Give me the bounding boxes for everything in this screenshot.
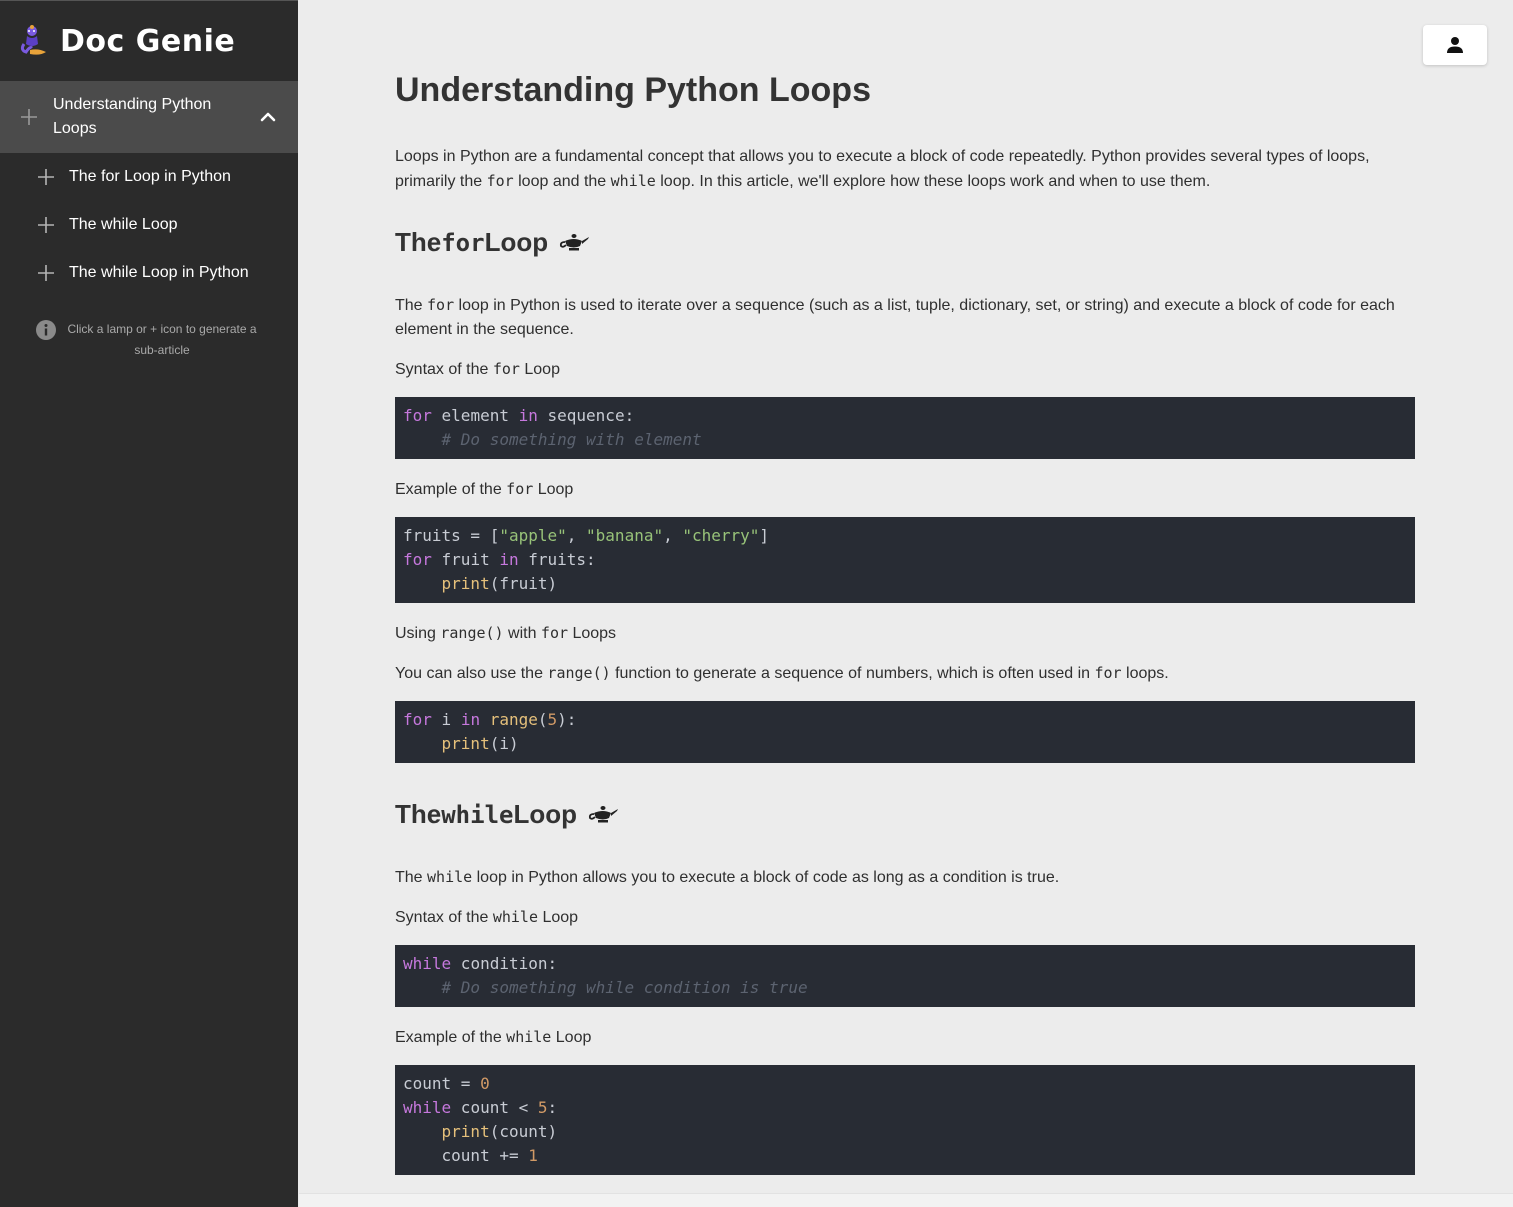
account-button[interactable] — [1423, 25, 1487, 65]
for-loop-heading: The for Loop — [395, 227, 590, 258]
plus-icon[interactable] — [37, 216, 55, 234]
range-label: Using range() with for Loops — [395, 624, 617, 642]
app-name: Doc Genie — [60, 23, 236, 59]
while-syntax-label: Syntax of the while Loop — [395, 908, 579, 926]
main-content: Understanding Python Loops Loops in Pyth… — [299, 1, 1513, 1207]
code-block-while-syntax: while condition: # Do something while co… — [395, 945, 1415, 1007]
code-block-for-example: fruits = ["apple", "banana", "cherry"] f… — [395, 517, 1415, 603]
plus-icon[interactable] — [37, 168, 55, 186]
sidebar-item-while-loop[interactable]: The while Loop — [0, 201, 298, 249]
while-example-label: Example of the while Loop — [395, 1028, 592, 1046]
code-block-range: for i in range(5): print(i) — [395, 701, 1415, 763]
plus-icon[interactable] — [20, 108, 38, 126]
while-loop-heading: The while Loop — [395, 799, 619, 830]
intro-paragraph: Loops in Python are a fundamental concep… — [395, 148, 1370, 190]
sidebar-item-current-article[interactable]: Understanding Python Loops — [0, 81, 298, 153]
sidebar-item-label: The while Loop — [69, 216, 178, 233]
for-syntax-label: Syntax of the for Loop — [395, 360, 560, 378]
horizontal-scrollbar[interactable] — [299, 1193, 1513, 1207]
sidebar-item-label: The for Loop in Python — [69, 168, 231, 185]
plus-icon[interactable] — [37, 264, 55, 282]
genie-icon — [20, 25, 46, 55]
lamp-icon[interactable] — [587, 805, 619, 825]
sidebar-hint: Click a lamp or + icon to generate a sub… — [0, 297, 298, 361]
lamp-icon[interactable] — [558, 233, 590, 253]
info-icon — [36, 320, 56, 340]
sidebar-item-for-loop[interactable]: The for Loop in Python — [0, 153, 298, 201]
code-block-while-example: count = 0 while count < 5: print(count) … — [395, 1065, 1415, 1175]
chevron-up-icon[interactable] — [258, 107, 278, 127]
for-example-label: Example of the for Loop — [395, 480, 574, 498]
sidebar-item-while-loop-python[interactable]: The while Loop in Python — [0, 249, 298, 297]
brand[interactable]: Doc Genie — [0, 1, 298, 81]
range-description: You can also use the range() function to… — [395, 664, 1169, 682]
page-title: Understanding Python Loops — [395, 71, 871, 109]
sidebar-item-label: The while Loop in Python — [69, 264, 249, 281]
code-block-for-syntax: for element in sequence: # Do something … — [395, 397, 1415, 459]
hint-text: Click a lamp or + icon to generate a sub… — [67, 322, 257, 357]
sidebar-item-label: Understanding Python Loops — [53, 96, 212, 137]
sidebar: Doc Genie Understanding Python Loops The… — [0, 0, 298, 1207]
while-loop-description: The while loop in Python allows you to e… — [395, 868, 1060, 886]
user-icon — [1447, 37, 1463, 53]
for-loop-description: The for loop in Python is used to iterat… — [395, 296, 1395, 338]
